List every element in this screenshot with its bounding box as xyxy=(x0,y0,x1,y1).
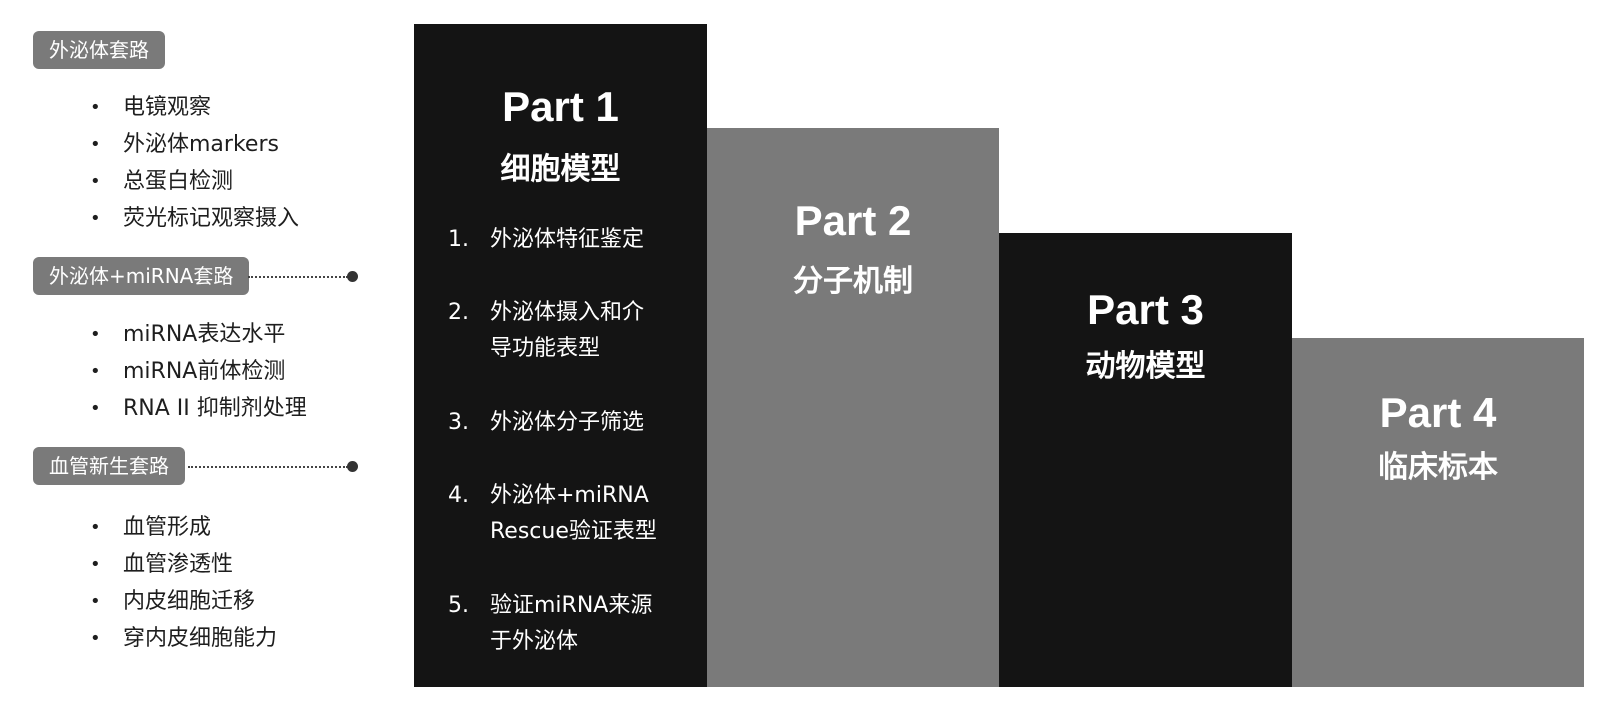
list-item: miRNA前体检测 xyxy=(90,353,307,390)
step-line: 外泌体分子筛选 xyxy=(490,410,645,435)
step-number: 5. xyxy=(448,593,469,618)
part-2-panel: Part 2 分子机制 xyxy=(707,128,999,687)
step-line: 导功能表型 xyxy=(490,336,601,361)
list-item: 总蛋白检测 xyxy=(90,163,299,200)
step-number: 4. xyxy=(448,483,469,508)
connector-dot xyxy=(347,271,358,282)
angiogenesis-list: 血管形成 血管渗透性 内皮细胞迁移 穿内皮细胞能力 xyxy=(90,509,277,657)
tag-exosome-mirna-routine: 外泌体+miRNA套路 xyxy=(33,257,250,295)
list-item: 电镜观察 xyxy=(90,89,299,126)
step-line: Rescue验证表型 xyxy=(490,519,657,544)
exosome-routine-list: 电镜观察 外泌体markers 总蛋白检测 荧光标记观察摄入 xyxy=(90,89,299,237)
list-item: RNA II 抑制剂处理 xyxy=(90,390,307,427)
step-text: 外泌体+miRNA Rescue验证表型 xyxy=(490,478,670,550)
tag-exosome-routine: 外泌体套路 xyxy=(33,31,165,69)
list-item: 穿内皮细胞能力 xyxy=(90,620,277,657)
step-number: 3. xyxy=(448,410,469,435)
connector-line xyxy=(188,466,348,468)
step-text: 验证miRNA来源 于外泌体 xyxy=(490,588,670,660)
step-text: 外泌体摄入和介 导功能表型 xyxy=(490,295,670,367)
step-line: 外泌体+miRNA xyxy=(490,483,649,508)
part-4-title: Part 4 xyxy=(1379,389,1497,436)
list-item: miRNA表达水平 xyxy=(90,316,307,353)
part-3-title: Part 3 xyxy=(1087,286,1204,333)
exosome-mirna-list: miRNA表达水平 miRNA前体检测 RNA II 抑制剂处理 xyxy=(90,316,307,427)
part-2-title: Part 2 xyxy=(794,197,912,244)
list-item: 血管形成 xyxy=(90,509,277,546)
part-1-panel: Part 1 细胞模型 1. 外泌体特征鉴定 2. 外泌体摄入和介 导功能表型 … xyxy=(414,24,707,687)
step-text: 外泌体分子筛选 xyxy=(490,405,670,441)
step-line: 外泌体摄入和介 xyxy=(490,300,645,325)
part-1-subtitle: 细胞模型 xyxy=(500,152,621,187)
part-1-title: Part 1 xyxy=(502,83,619,130)
list-item: 内皮细胞迁移 xyxy=(90,583,277,620)
list-item: 血管渗透性 xyxy=(90,546,277,583)
connector-dot xyxy=(347,461,358,472)
step-number: 2. xyxy=(448,300,469,325)
list-item: 荧光标记观察摄入 xyxy=(90,200,299,237)
part-3-panel: Part 3 动物模型 xyxy=(999,233,1292,687)
step-line: 于外泌体 xyxy=(490,629,579,654)
part-3-subtitle: 动物模型 xyxy=(1085,349,1206,384)
part-4-panel: Part 4 临床标本 xyxy=(1292,338,1584,687)
step-number: 1. xyxy=(448,227,469,252)
connector-line xyxy=(248,276,348,278)
step-line: 验证miRNA来源 xyxy=(490,593,653,618)
step-text: 外泌体特征鉴定 xyxy=(490,222,670,258)
tag-angiogenesis-routine: 血管新生套路 xyxy=(33,447,185,485)
list-item: 外泌体markers xyxy=(90,126,299,163)
part-4-subtitle: 临床标本 xyxy=(1378,450,1498,485)
part-2-subtitle: 分子机制 xyxy=(793,264,913,299)
step-line: 外泌体特征鉴定 xyxy=(490,227,645,252)
